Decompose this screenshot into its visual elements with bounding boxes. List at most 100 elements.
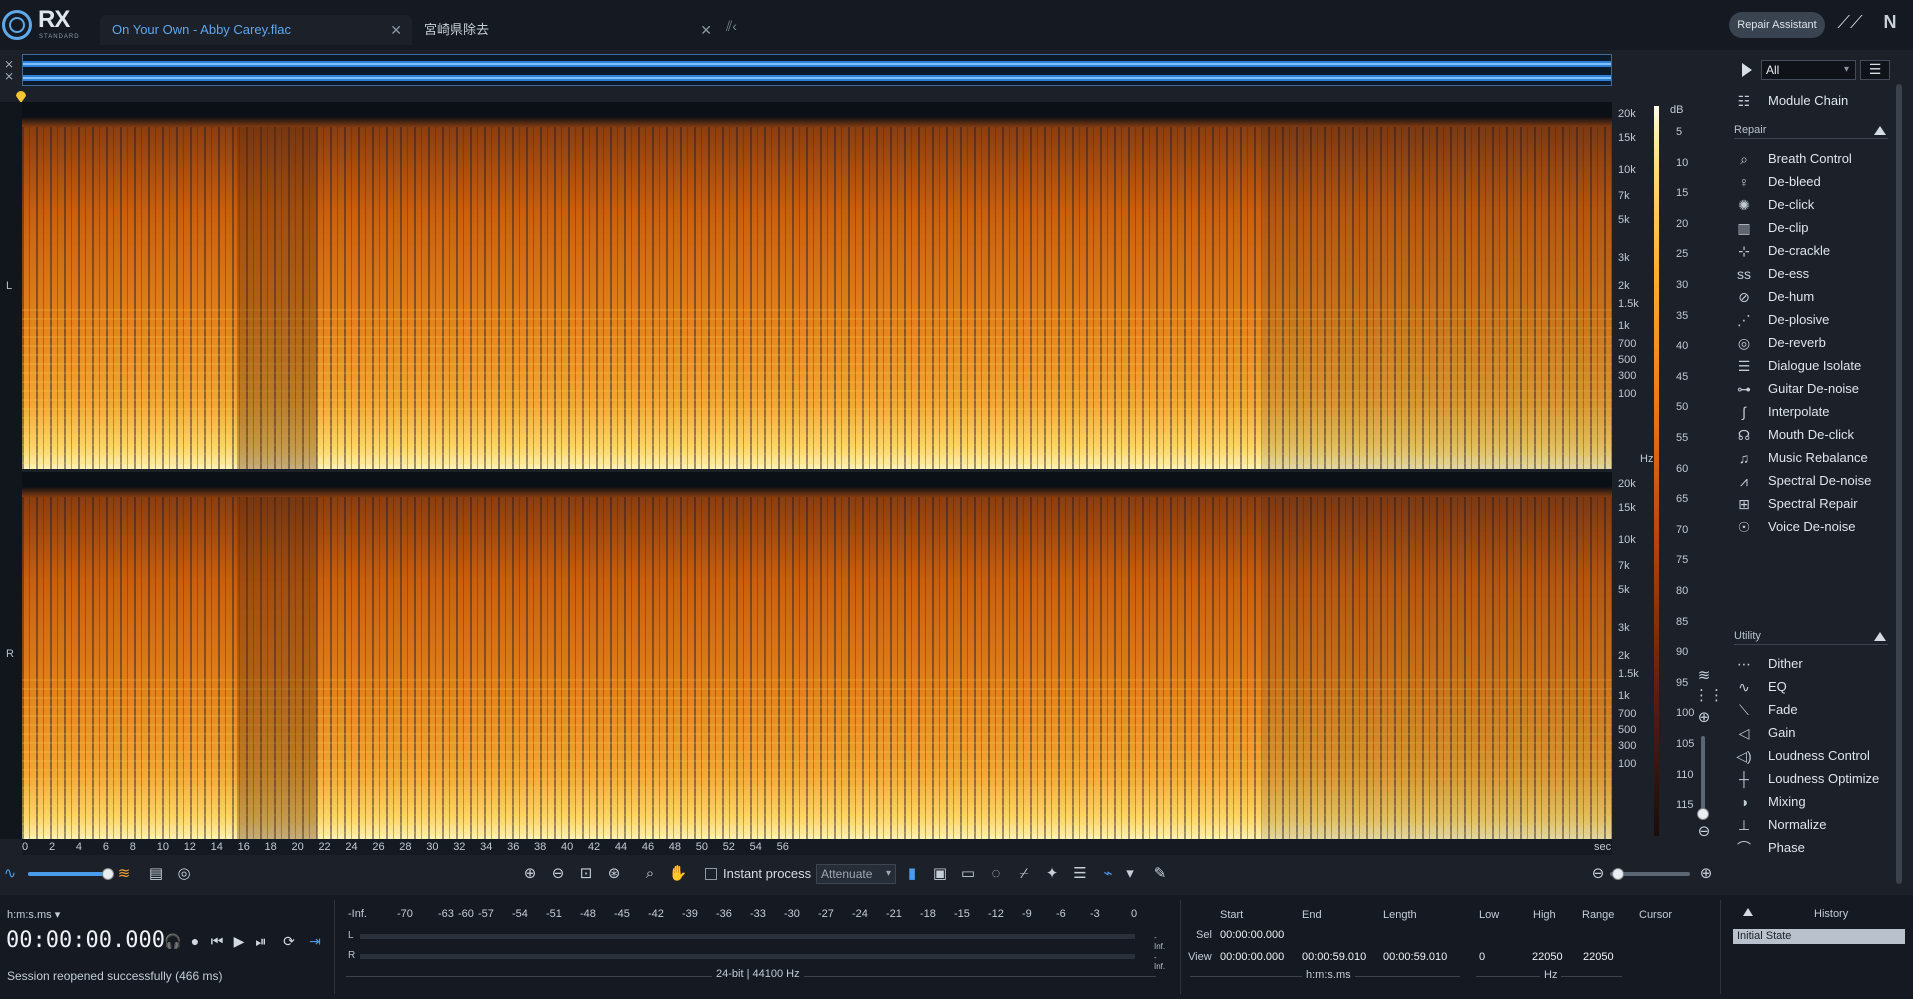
module-loudness-optimize[interactable]: ┼ Loudness Optimize xyxy=(1734,768,1894,790)
horizontal-zoom-slider[interactable] xyxy=(1610,868,1690,880)
hand-tool-icon[interactable]: ✋ xyxy=(668,864,688,884)
module-de-click[interactable]: ✺ De-click xyxy=(1734,194,1894,216)
waveform-overview[interactable] xyxy=(22,54,1612,86)
markers-icon[interactable]: ◎ xyxy=(174,864,194,884)
time-select-tool-icon[interactable]: ▮ xyxy=(902,864,922,884)
file-info-icon[interactable]: ▤ xyxy=(146,864,166,884)
checkbox-icon[interactable] xyxy=(705,868,717,880)
repair-assistant-button[interactable]: Repair Assistant xyxy=(1729,12,1825,38)
play-icon[interactable]: ▶ xyxy=(230,932,248,950)
pencil-tool-icon[interactable]: ✎ xyxy=(1150,864,1170,884)
harmonic-select-icon[interactable]: ☰ xyxy=(1070,864,1090,884)
native-instruments-icon[interactable]: N xyxy=(1876,12,1904,38)
spectrogram-view-icon[interactable]: ≋ xyxy=(114,864,134,884)
history-item-initial-state[interactable]: Initial State xyxy=(1733,929,1905,944)
magic-wand-icon[interactable]: ✦ xyxy=(1042,864,1062,884)
spectrogram-right[interactable] xyxy=(22,472,1612,839)
horizontal-zoom-knob[interactable] xyxy=(1612,868,1624,880)
module-panel-scrollbar[interactable] xyxy=(1896,84,1902,884)
magnify-tool-icon[interactable]: ⌕ xyxy=(640,864,660,884)
frequency-select-icon[interactable]: ▭ xyxy=(958,864,978,884)
close-tab-icon[interactable]: ✕ xyxy=(390,15,402,45)
module-spectral-de-noise[interactable]: ⩘ Spectral De-noise xyxy=(1734,470,1894,492)
collapse-arrow-icon[interactable] xyxy=(1743,908,1753,916)
module-loudness-control[interactable]: ◁) Loudness Control xyxy=(1734,745,1894,767)
zoom-selection-icon[interactable]: ⊡ xyxy=(576,864,596,884)
module-menu-button[interactable]: ☰ xyxy=(1860,60,1890,80)
vertical-zoom-slider[interactable] xyxy=(1697,736,1709,820)
module-de-hum[interactable]: ⊘ De-hum xyxy=(1734,286,1894,308)
paint-select-icon[interactable]: ⌁ xyxy=(1098,864,1118,884)
sel-start-field[interactable]: 00:00:00.000 xyxy=(1220,929,1284,941)
collapse-arrow-icon[interactable] xyxy=(1874,126,1886,135)
module-mixing[interactable]: ◑ Mixing xyxy=(1734,791,1894,813)
spectrogram-blend-slider[interactable] xyxy=(28,868,114,880)
zoom-in-horizontal-icon[interactable]: ⊕ xyxy=(1696,864,1716,884)
spectrogram-left[interactable] xyxy=(22,102,1612,469)
vertical-zoom-knob[interactable] xyxy=(1697,808,1709,820)
module-guitar-de-noise[interactable]: ⊶ Guitar De-noise xyxy=(1734,378,1894,400)
waveform-view-icon[interactable]: ∿ xyxy=(0,864,20,884)
zoom-all-icon[interactable]: ⊛ xyxy=(604,864,624,884)
waveform-settings-icon[interactable]: ⋮⋮ xyxy=(1694,686,1724,706)
module-de-clip[interactable]: ▥ De-clip xyxy=(1734,217,1894,239)
low-frequency-field[interactable]: 0 xyxy=(1479,951,1485,963)
zoom-out-vertical-icon[interactable]: ⊖ xyxy=(1694,822,1714,842)
loop-icon[interactable]: ⟳ xyxy=(280,932,298,950)
module-gain[interactable]: ◁ Gain xyxy=(1734,722,1894,744)
zoom-in-vertical-icon[interactable]: ⊕ xyxy=(1694,708,1714,728)
connect-icon[interactable]: ⟋⟋ xyxy=(1836,12,1864,38)
time-format-select[interactable]: h:m:s.ms ▾ xyxy=(7,908,60,921)
module-breath-control[interactable]: ⌕ Breath Control xyxy=(1734,148,1894,170)
follow-playhead-icon[interactable]: ⇥ xyxy=(306,932,324,950)
rewind-icon[interactable]: ⏮ xyxy=(208,932,226,950)
repair-section-header[interactable]: Repair xyxy=(1734,121,1888,139)
module-dither[interactable]: ⋯ Dither xyxy=(1734,653,1894,675)
zoom-in-icon[interactable]: ⊕ xyxy=(520,864,540,884)
module-phase[interactable]: ⌒ Phase xyxy=(1734,837,1894,859)
module-chain-button[interactable]: ☷ Module Chain xyxy=(1734,90,1894,112)
preview-play-icon[interactable] xyxy=(1742,63,1752,77)
module-interpolate[interactable]: ∫ Interpolate xyxy=(1734,401,1894,423)
instant-process-checkbox[interactable]: Instant process xyxy=(705,864,811,884)
module-de-ess[interactable]: ss De-ess xyxy=(1734,263,1894,285)
tool-options-chevron-icon[interactable]: ▾ xyxy=(1120,864,1140,884)
module-voice-de-noise[interactable]: ☉ Voice De-noise xyxy=(1734,516,1894,538)
tab-overflow-icon[interactable]: ⫽‹ xyxy=(726,18,748,40)
module-mouth-de-click[interactable]: ☊ Mouth De-click xyxy=(1734,424,1894,446)
view-length-field[interactable]: 00:00:59.010 xyxy=(1383,951,1447,963)
module-spectral-repair[interactable]: ⊞ Spectral Repair xyxy=(1734,493,1894,515)
play-selection-icon[interactable]: ⏯ xyxy=(252,932,270,950)
module-fade[interactable]: ⟍ Fade xyxy=(1734,699,1894,721)
collapse-arrow-icon[interactable] xyxy=(1874,632,1886,641)
frequency-range-field[interactable]: 22050 xyxy=(1583,951,1614,963)
tab-second-file[interactable]: 宮崎県除去 ✕ xyxy=(412,15,722,45)
brush-tool-icon[interactable]: ⌿ xyxy=(1014,864,1034,884)
module-eq[interactable]: ∿ EQ xyxy=(1734,676,1894,698)
module-normalize[interactable]: ⊥ Normalize xyxy=(1734,814,1894,836)
close-tab-icon[interactable]: ✕ xyxy=(700,15,712,45)
module-music-rebalance[interactable]: ♫ Music Rebalance xyxy=(1734,447,1894,469)
spectrogram-settings-icon[interactable]: ≋ xyxy=(1694,666,1714,686)
attenuate-select[interactable]: Attenuate ▾ xyxy=(816,864,896,884)
lasso-tool-icon[interactable]: ◌ xyxy=(986,864,1006,884)
blend-slider-knob[interactable] xyxy=(102,868,114,880)
zoom-out-horizontal-icon[interactable]: ⊖ xyxy=(1588,864,1608,884)
zoom-out-icon[interactable]: ⊖ xyxy=(548,864,568,884)
module-dialogue-isolate[interactable]: ☰ Dialogue Isolate xyxy=(1734,355,1894,377)
high-frequency-field[interactable]: 22050 xyxy=(1532,951,1563,963)
view-end-field[interactable]: 00:00:59.010 xyxy=(1302,951,1366,963)
module-filter-select[interactable]: All ▾ xyxy=(1761,60,1856,80)
monitor-headphones-icon[interactable]: 🎧 xyxy=(164,932,182,950)
tab-active-file[interactable]: On Your Own - Abby Carey.flac ✕ xyxy=(100,15,412,45)
collapse-overview-icon[interactable]: ⨯ ⨯ xyxy=(4,58,18,82)
view-start-field[interactable]: 00:00:00.000 xyxy=(1220,951,1284,963)
module-de-plosive[interactable]: ⋰ De-plosive xyxy=(1734,309,1894,331)
module-de-bleed[interactable]: ♀ De-bleed xyxy=(1734,171,1894,193)
module-de-reverb[interactable]: ◎ De-reverb xyxy=(1734,332,1894,354)
history-header[interactable]: History xyxy=(1722,904,1913,920)
record-icon[interactable]: ● xyxy=(186,932,204,950)
time-frequency-select-icon[interactable]: ▣ xyxy=(930,864,950,884)
module-de-crackle[interactable]: ⊹ De-crackle xyxy=(1734,240,1894,262)
utility-section-header[interactable]: Utility xyxy=(1734,627,1888,645)
